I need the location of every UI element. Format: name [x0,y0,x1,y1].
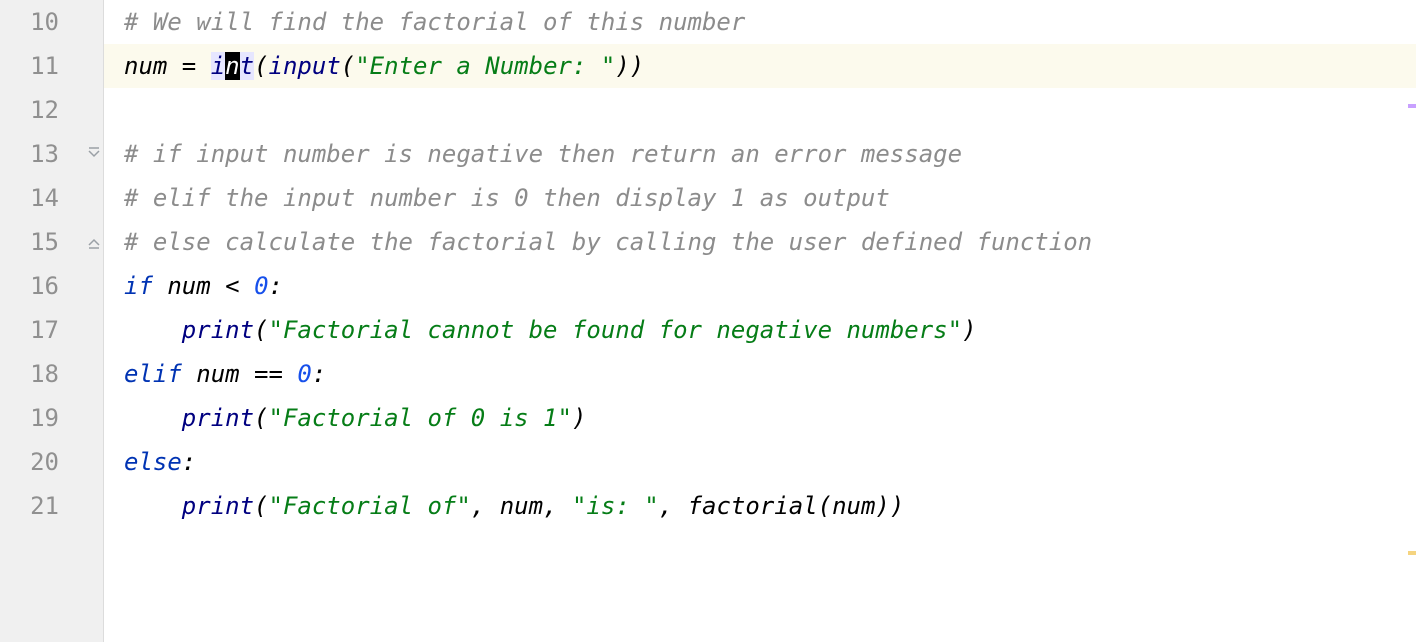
fold-start-icon[interactable] [87,147,101,161]
line-number: 14 [0,176,103,220]
line-number: 13 [0,132,103,176]
line-number: 20 [0,440,103,484]
colon: : [312,360,326,388]
line-number: 11 [0,44,103,88]
keyword-else: else [124,448,182,476]
comma: , [543,492,572,520]
builtin-int: i [211,52,225,80]
paren: ( [254,492,268,520]
code-area[interactable]: # We will find the factorial of this num… [104,0,1416,642]
comment: # else calculate the factorial by callin… [124,228,1092,256]
code-line[interactable]: print("Factorial of", num, "is: ", facto… [104,484,1416,528]
comment: # elif the input number is 0 then displa… [124,184,890,212]
line-number: 18 [0,352,103,396]
code-line[interactable]: # else calculate the factorial by callin… [104,220,1416,264]
code-line[interactable]: print("Factorial of 0 is 1") [104,396,1416,440]
paren: ( [254,316,268,344]
code-line[interactable]: elif num == 0: [104,352,1416,396]
paren: ( [254,404,268,432]
expression: num == [196,360,297,388]
builtin-int: t [240,52,254,80]
keyword-if: if [124,272,167,300]
identifier: num [124,52,167,80]
line-number: 10 [0,0,103,44]
builtin-input: input [269,52,341,80]
builtin-print: print [182,404,254,432]
code-line[interactable]: # We will find the factorial of this num… [104,0,1416,44]
colon: : [182,448,196,476]
fold-end-icon[interactable] [87,235,101,249]
line-number: 16 [0,264,103,308]
line-number: 21 [0,484,103,528]
expression: num < [167,272,254,300]
function-call: factorial(num)) [688,492,905,520]
paren: ( [341,52,355,80]
keyword-elif: elif [124,360,196,388]
line-number-gutter: 10 11 12 13 14 15 16 17 18 19 20 21 [0,0,104,642]
line-number: 15 [0,220,103,264]
comma: , [471,492,500,520]
code-line[interactable]: else: [104,440,1416,484]
builtin-print: print [182,492,254,520]
comment: # We will find the factorial of this num… [124,8,745,36]
string-literal: "Factorial of 0 is 1" [269,404,572,432]
code-line[interactable]: print("Factorial cannot be found for neg… [104,308,1416,352]
code-line[interactable]: if num < 0: [104,264,1416,308]
operator: = [167,52,210,80]
line-number: 12 [0,88,103,132]
code-line[interactable]: # elif the input number is 0 then displa… [104,176,1416,220]
string-literal: "Factorial of" [269,492,471,520]
text-cursor: n [225,52,239,80]
code-line[interactable] [104,88,1416,132]
indent [124,404,182,432]
marker-stripe[interactable] [1408,551,1416,555]
paren: )) [615,52,644,80]
string-literal: "is: " [572,492,659,520]
number-literal: 0 [254,272,268,300]
paren: ) [962,316,976,344]
colon: : [269,272,283,300]
builtin-print: print [182,316,254,344]
code-editor[interactable]: 10 11 12 13 14 15 16 17 18 19 20 21 # We… [0,0,1416,642]
code-line-active[interactable]: num = int(input("Enter a Number: ")) [104,44,1416,88]
number-literal: 0 [297,360,311,388]
comment: # if input number is negative then retur… [124,140,962,168]
identifier: num [500,492,543,520]
string-literal: "Enter a Number: " [355,52,615,80]
indent [124,492,182,520]
comma: , [659,492,688,520]
code-line[interactable]: # if input number is negative then retur… [104,132,1416,176]
line-number: 17 [0,308,103,352]
indent [124,316,182,344]
string-literal: "Factorial cannot be found for negative … [269,316,963,344]
line-number: 19 [0,396,103,440]
paren: ) [572,404,586,432]
paren: ( [254,52,268,80]
